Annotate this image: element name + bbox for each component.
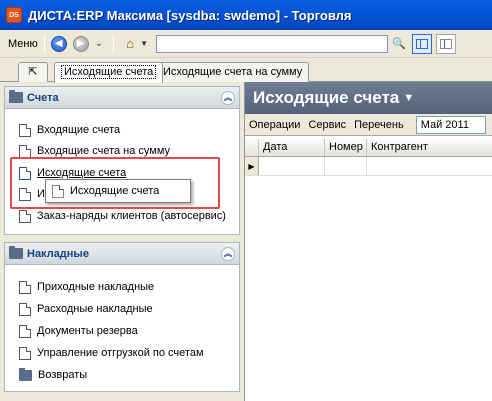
nav-item-label: Управление отгрузкой по счетам [37, 347, 204, 359]
view-panels-icon[interactable] [412, 33, 433, 54]
title-dropdown-icon[interactable]: ▼ [403, 92, 414, 104]
folder-icon [9, 90, 23, 103]
content-menu-bar: Операции Сервис Перечень Май 2011 [245, 114, 492, 136]
nav-item-label: Входящие счета [37, 124, 121, 136]
drag-ghost-item: Исходящие счета [45, 179, 191, 203]
cell-counterparty[interactable] [367, 157, 492, 175]
toolbar-separator [43, 34, 45, 53]
forward-icon[interactable]: ▶ [72, 35, 89, 52]
content-header: Исходящие счета ▼ [245, 82, 492, 114]
tab-label: Исходящие счета на сумму [163, 66, 303, 78]
collapse-icon[interactable]: ︽ [221, 247, 235, 261]
folder-icon [9, 246, 23, 259]
nav-item-shipment-management[interactable]: Управление отгрузкой по счетам [19, 344, 204, 362]
current-row-indicator-icon: ▶ [245, 157, 259, 175]
column-header-date[interactable]: Дата [259, 139, 325, 156]
cell-date[interactable] [259, 157, 325, 175]
nav-item-returns[interactable]: Возвраты [19, 366, 87, 384]
group-accounts-header[interactable]: Счета ︽ [5, 87, 239, 109]
document-tabs: ⇱ Исходящие счета Исходящие счета на сум… [0, 58, 492, 83]
document-icon [19, 280, 31, 294]
grid-header-row: Дата Номер Контрагент [245, 139, 492, 157]
column-header-number[interactable]: Номер [325, 139, 367, 156]
menu-button[interactable]: Меню [8, 38, 38, 50]
address-input[interactable] [156, 34, 389, 53]
nav-item-label: Заказ-наряды клиентов (автосервис) [37, 210, 226, 222]
content-pane: Исходящие счета ▼ Операции Сервис Перече… [244, 82, 492, 401]
tab-outgoing-invoices[interactable]: Исходящие счета [54, 62, 164, 83]
group-title: Накладные [27, 247, 89, 260]
nav-item-outgoing-waybills[interactable]: Расходные накладные [19, 300, 153, 318]
home-dropdown-icon[interactable]: ▼ [140, 39, 148, 48]
document-icon [19, 209, 31, 223]
nav-item-incoming-invoices[interactable]: Входящие счета [19, 121, 120, 139]
nav-item-reserve-documents[interactable]: Документы резерва [19, 322, 138, 340]
nav-item-label: Документы резерва [37, 325, 138, 337]
app-logo-icon: DS [6, 7, 22, 23]
table-row[interactable]: ▶ [245, 157, 492, 176]
toolbar-separator [113, 34, 115, 53]
home-tab-icon[interactable]: ⇱ [18, 62, 48, 82]
window-title: ДИСТА:ERP Максима [sysdba: swdemo] - Тор… [28, 7, 352, 23]
group-invoices-header[interactable]: Накладные ︽ [5, 243, 239, 265]
menu-operations[interactable]: Операции [249, 119, 300, 131]
document-icon [52, 184, 64, 198]
back-icon[interactable]: ◀ [50, 35, 67, 52]
document-icon [19, 144, 31, 158]
nav-item-incoming-waybills[interactable]: Приходные накладные [19, 278, 154, 296]
invoices-grid: Дата Номер Контрагент ▶ [245, 139, 492, 176]
period-selector[interactable]: Май 2011 [415, 115, 486, 134]
nav-item-label: Возвраты [38, 369, 88, 381]
window-titlebar[interactable]: DS ДИСТА:ERP Максима [sysdba: swdemo] - … [0, 0, 492, 30]
tab-outgoing-invoices-amount[interactable]: Исходящие счета на сумму [156, 62, 310, 82]
main-toolbar: Меню ◀ ▶ ⌄ ⌂ ▼ 🔍 [0, 30, 492, 58]
nav-item-label: Расходные накладные [37, 303, 153, 315]
menu-list[interactable]: Перечень [354, 119, 404, 131]
nav-item-label: Приходные накладные [37, 281, 155, 293]
navigation-pane: Счета ︽ Входящие счета Входящие счета на… [0, 82, 244, 401]
column-header-counterparty[interactable]: Контрагент [367, 139, 492, 156]
document-icon [19, 324, 31, 338]
menu-service[interactable]: Сервис [308, 119, 346, 131]
document-icon [19, 123, 31, 137]
tab-label: Исходящие счета [61, 65, 157, 79]
collapse-icon[interactable]: ︽ [221, 91, 235, 105]
document-icon [19, 302, 31, 316]
search-icon[interactable]: 🔍 [390, 35, 408, 53]
nav-item-work-orders[interactable]: Заказ-наряды клиентов (автосервис) [19, 207, 226, 225]
content-title: Исходящие счета [253, 88, 400, 107]
folder-icon [19, 367, 32, 381]
home-icon[interactable]: ⌂ [120, 35, 140, 53]
nav-item-label: Входящие счета на сумму [37, 145, 171, 157]
history-dropdown-icon[interactable]: ⌄ [95, 38, 103, 49]
drag-ghost-label: Исходящие счета [70, 185, 160, 197]
document-icon [19, 346, 31, 360]
group-invoices: Накладные ︽ Приходные накладные Расходны… [4, 242, 240, 392]
cell-number[interactable] [325, 157, 367, 175]
view-single-icon[interactable] [436, 33, 457, 54]
group-title: Счета [27, 91, 59, 104]
grid-corner [245, 139, 259, 156]
